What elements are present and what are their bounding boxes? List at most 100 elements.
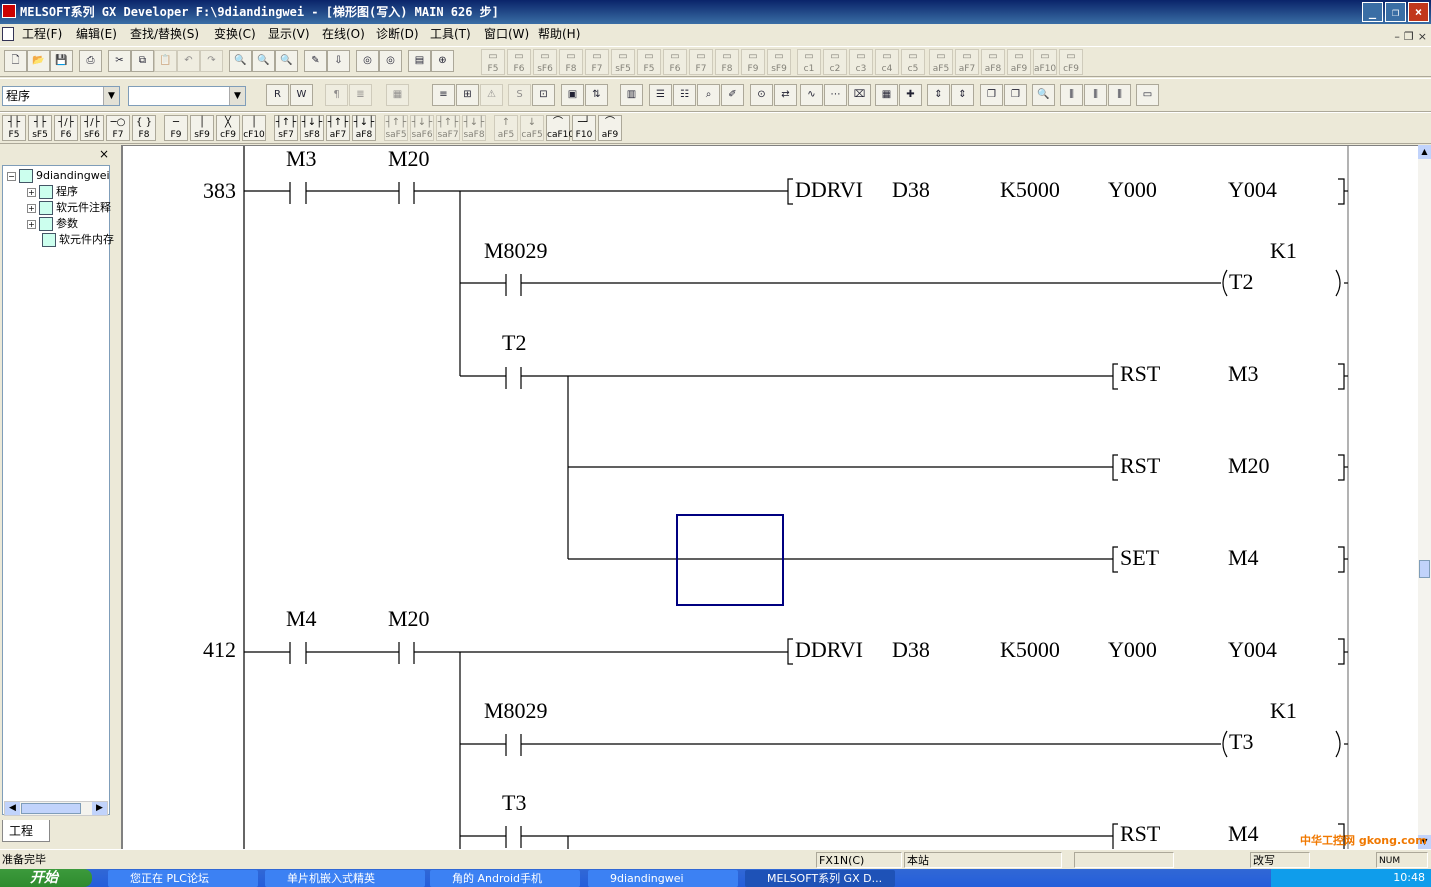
window-button-1[interactable]: ❐ bbox=[980, 84, 1003, 106]
sfc-key-button-f5[interactable]: ▭ F5 bbox=[637, 49, 661, 75]
convert-button[interactable]: ⊡ bbox=[532, 84, 555, 106]
paste-button[interactable]: 📋 bbox=[154, 50, 177, 72]
sfc-key-button-af8[interactable]: ▭ aF8 bbox=[981, 49, 1005, 75]
device-memory-button[interactable]: ▥ bbox=[620, 84, 643, 106]
sampling-button[interactable]: ∿ bbox=[800, 84, 823, 106]
zoom-button[interactable]: ⊕ bbox=[431, 50, 454, 72]
sfc-key-button-f6[interactable]: ▭ F6 bbox=[507, 49, 531, 75]
sfc-key-button-c2[interactable]: ▭ c2 bbox=[823, 49, 847, 75]
monitor-write-button[interactable]: ◎ bbox=[379, 50, 402, 72]
fkey-button-saf6[interactable]: ┤↓├ saF6 bbox=[410, 115, 434, 141]
bus-button-1[interactable]: ⫼ bbox=[1060, 84, 1083, 106]
clear-button[interactable]: ⌧ bbox=[848, 84, 871, 106]
sfc-key-button-af5[interactable]: ▭ aF5 bbox=[929, 49, 953, 75]
read-mode-button[interactable]: R bbox=[266, 84, 289, 106]
tree-item-root[interactable]: − 9diandingwei bbox=[7, 168, 110, 184]
ladder-vertical-scrollbar[interactable]: ▲ ▼ bbox=[1418, 145, 1431, 849]
mdi-minimize-button[interactable]: – bbox=[1394, 26, 1400, 47]
instruction-label[interactable]: RST bbox=[1120, 453, 1161, 478]
tree-item-device-comment[interactable]: + 软元件注释 bbox=[27, 200, 111, 216]
device-search-button[interactable]: 🔍 bbox=[229, 50, 252, 72]
option-button-1[interactable]: ⇕ bbox=[927, 84, 950, 106]
test-button[interactable]: ⌕ bbox=[697, 84, 720, 106]
tab-project[interactable]: 工程 bbox=[2, 820, 50, 842]
statement-button[interactable]: ≣ bbox=[349, 84, 372, 106]
menu-window[interactable]: 窗口(W) bbox=[484, 24, 529, 45]
screen-button[interactable]: ▭ bbox=[1136, 84, 1159, 106]
tree-toggle[interactable]: + bbox=[27, 219, 36, 229]
fkey-button-caf10[interactable]: ⌒ caF10 bbox=[546, 115, 574, 141]
print-button[interactable]: ⎙ bbox=[79, 50, 102, 72]
tree-item-parameter[interactable]: + 参数 bbox=[27, 216, 78, 232]
diagnosis-button[interactable]: ✚ bbox=[899, 84, 922, 106]
sfc-key-button-sf6[interactable]: ▭ sF6 bbox=[533, 49, 557, 75]
fkey-button-f7[interactable]: ─○ F7 bbox=[106, 115, 130, 141]
read-plc-button[interactable]: ⇩ bbox=[327, 50, 350, 72]
coil-label[interactable]: T3 bbox=[1229, 729, 1253, 754]
write-mode-button[interactable]: W bbox=[290, 84, 313, 106]
trace-button[interactable]: ⋯ bbox=[824, 84, 847, 106]
scroll-right-icon[interactable]: ▶ bbox=[92, 802, 107, 815]
sfc-key-button-af10[interactable]: ▭ aF10 bbox=[1033, 49, 1057, 75]
contact-label[interactable]: M3 bbox=[286, 146, 317, 171]
tree-toggle[interactable]: + bbox=[27, 203, 36, 213]
document-icon[interactable] bbox=[2, 27, 14, 41]
instruction-label[interactable]: RST bbox=[1120, 361, 1161, 386]
new-file-button[interactable]: 🗋 bbox=[4, 50, 27, 72]
menu-view[interactable]: 显示(V) bbox=[268, 24, 310, 45]
entry-monitor-button[interactable]: ☰ bbox=[649, 84, 672, 106]
transfer-button[interactable]: ⇄ bbox=[774, 84, 797, 106]
sfc-key-button-c4[interactable]: ▭ c4 bbox=[875, 49, 899, 75]
list-view-button[interactable]: ≡ bbox=[432, 84, 455, 106]
sfc-button[interactable]: S bbox=[508, 84, 531, 106]
help-search-button[interactable]: 🔍 bbox=[1032, 84, 1055, 106]
mdi-restore-button[interactable]: ❐ bbox=[1404, 26, 1414, 47]
window-button-2[interactable]: ❐ bbox=[1004, 84, 1027, 106]
ladder-diagram[interactable]: 383 M3 M20 DDRVI D38 K5000 Y000 Y004 M80… bbox=[123, 146, 1418, 849]
ladder-editor[interactable]: 383 M3 M20 DDRVI D38 K5000 Y000 Y004 M80… bbox=[121, 145, 1418, 849]
remote-button[interactable]: ⊙ bbox=[750, 84, 773, 106]
menu-project[interactable]: 工程(F) bbox=[22, 24, 62, 45]
ladder-view-button[interactable]: ▤ bbox=[408, 50, 431, 72]
fkey-button-f9[interactable]: ─ F9 bbox=[164, 115, 188, 141]
pane-close-button[interactable]: × bbox=[97, 147, 111, 161]
contact-label[interactable]: M4 bbox=[286, 606, 317, 631]
taskbar-item[interactable]: MELSOFT系列 GX D... bbox=[745, 870, 895, 887]
save-button[interactable]: 💾 bbox=[50, 50, 73, 72]
taskbar-item[interactable]: 单片机嵌入式精英 bbox=[265, 870, 425, 887]
fkey-button-saf5[interactable]: ┤↑├ saF5 bbox=[384, 115, 408, 141]
sfc-key-button-c1[interactable]: ▭ c1 bbox=[797, 49, 821, 75]
fkey-button-saf8[interactable]: ┤↓├ saF8 bbox=[462, 115, 486, 141]
cross-ref-button[interactable]: ▦ bbox=[875, 84, 898, 106]
sfc-key-button-cf9[interactable]: ▭ cF9 bbox=[1059, 49, 1083, 75]
menu-tools[interactable]: 工具(T) bbox=[430, 24, 471, 45]
tree-item-device-memory[interactable]: 软元件内存 bbox=[39, 232, 114, 248]
instruction-search-button[interactable]: 🔍 bbox=[252, 50, 275, 72]
error-check-button[interactable]: ⚠ bbox=[480, 84, 503, 106]
contact-label[interactable]: M20 bbox=[388, 146, 430, 171]
fkey-button-f6[interactable]: ┤/├ F6 bbox=[54, 115, 78, 141]
fkey-button-f10[interactable]: ─┘ F10 bbox=[572, 115, 596, 141]
sfc-key-button-f9[interactable]: ▭ F9 bbox=[741, 49, 765, 75]
fkey-button-f8[interactable]: { } F8 bbox=[132, 115, 156, 141]
device-select[interactable]: ▼ bbox=[128, 86, 246, 106]
sort-button[interactable]: ⇅ bbox=[585, 84, 608, 106]
sfc-key-button-f7[interactable]: ▭ F7 bbox=[689, 49, 713, 75]
copy-button[interactable]: ⧉ bbox=[131, 50, 154, 72]
bus-button-3[interactable]: ⫼ bbox=[1108, 84, 1131, 106]
bus-button-2[interactable]: ⫼ bbox=[1084, 84, 1107, 106]
open-file-button[interactable]: 📂 bbox=[27, 50, 50, 72]
note-button[interactable]: ▦ bbox=[386, 84, 409, 106]
sfc-key-button-f5[interactable]: ▭ F5 bbox=[481, 49, 505, 75]
sfc-key-button-f7[interactable]: ▭ F7 bbox=[585, 49, 609, 75]
fkey-button-cf9[interactable]: ╳ cF9 bbox=[216, 115, 240, 141]
fkey-button-af9[interactable]: ⌒ aF9 bbox=[598, 115, 622, 141]
contact-label[interactable]: M8029 bbox=[484, 238, 548, 263]
tree-item-program[interactable]: + 程序 bbox=[27, 184, 78, 200]
tree-toggle[interactable]: − bbox=[7, 171, 16, 181]
debug-button[interactable]: ✐ bbox=[721, 84, 744, 106]
sfc-key-button-f8[interactable]: ▭ F8 bbox=[715, 49, 739, 75]
close-button[interactable]: × bbox=[1408, 2, 1429, 22]
sfc-key-button-c3[interactable]: ▭ c3 bbox=[849, 49, 873, 75]
fkey-button-af7[interactable]: ┤↑├ aF7 bbox=[326, 115, 350, 141]
